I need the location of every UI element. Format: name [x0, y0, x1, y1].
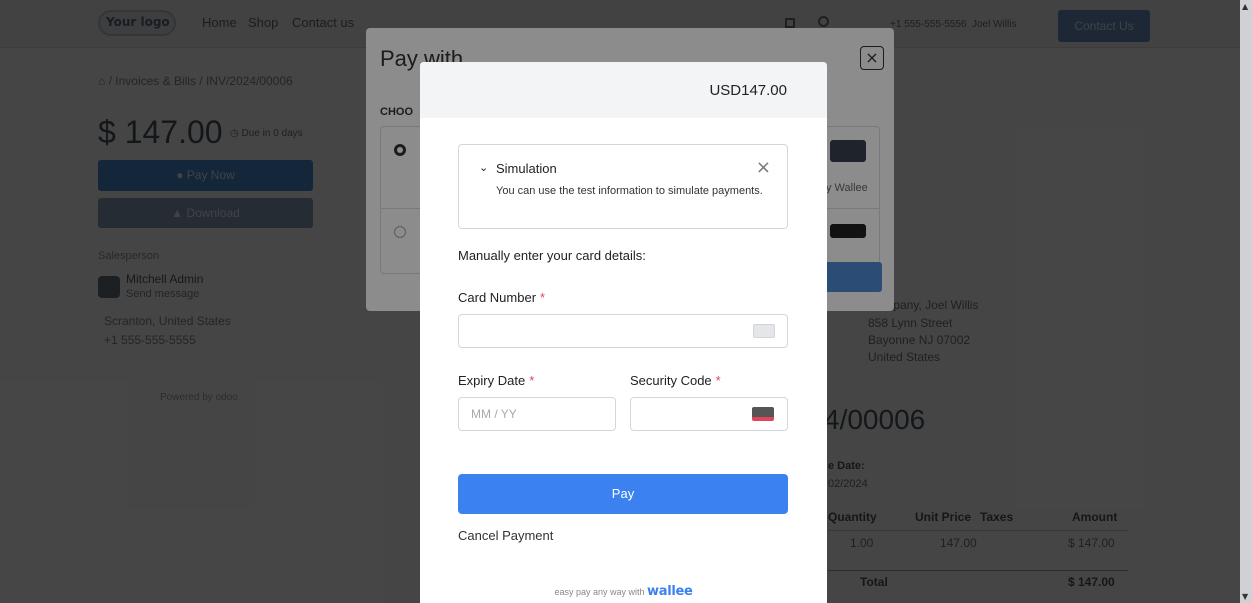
- cancel-payment-link[interactable]: Cancel Payment: [458, 528, 553, 543]
- payment-amount: USD147.00: [709, 82, 787, 99]
- required-mark: *: [715, 373, 721, 388]
- security-code-label: Security Code *: [630, 373, 721, 388]
- simulation-text: You can use the test information to simu…: [496, 185, 763, 197]
- card-number-input[interactable]: [458, 314, 788, 348]
- scrollbar[interactable]: [1240, 0, 1252, 603]
- required-mark: *: [540, 290, 546, 305]
- security-code-label-text: Security Code: [630, 373, 712, 388]
- wallee-footer: easy pay any way with wallee: [420, 584, 827, 599]
- expiry-date-label: Expiry Date *: [458, 373, 534, 388]
- wallee-payment-dialog: USD147.00 ⌄ Simulation × You can use the…: [420, 62, 827, 603]
- payment-header: USD147.00: [420, 62, 827, 118]
- card-number-label: Card Number *: [458, 290, 545, 305]
- footer-text: easy pay any way with: [554, 587, 645, 597]
- cvc-card-icon: [752, 407, 774, 421]
- scroll-down-icon[interactable]: ▼: [1242, 592, 1248, 601]
- expiry-date-input[interactable]: [458, 397, 616, 431]
- card-number-label-text: Card Number: [458, 290, 537, 305]
- chevron-down-icon[interactable]: ⌄: [479, 161, 488, 174]
- manual-entry-label: Manually enter your card details:: [458, 248, 646, 263]
- close-icon[interactable]: ×: [756, 157, 771, 178]
- simulation-title[interactable]: Simulation: [496, 161, 557, 176]
- wallee-logo: wallee: [647, 584, 693, 599]
- expiry-date-label-text: Expiry Date: [458, 373, 526, 388]
- required-mark: *: [529, 373, 535, 388]
- scroll-up-icon[interactable]: ▲: [1242, 2, 1248, 11]
- pay-button[interactable]: Pay: [458, 474, 788, 514]
- simulation-notice: ⌄ Simulation × You can use the test info…: [458, 144, 788, 229]
- credit-card-icon: [753, 324, 775, 338]
